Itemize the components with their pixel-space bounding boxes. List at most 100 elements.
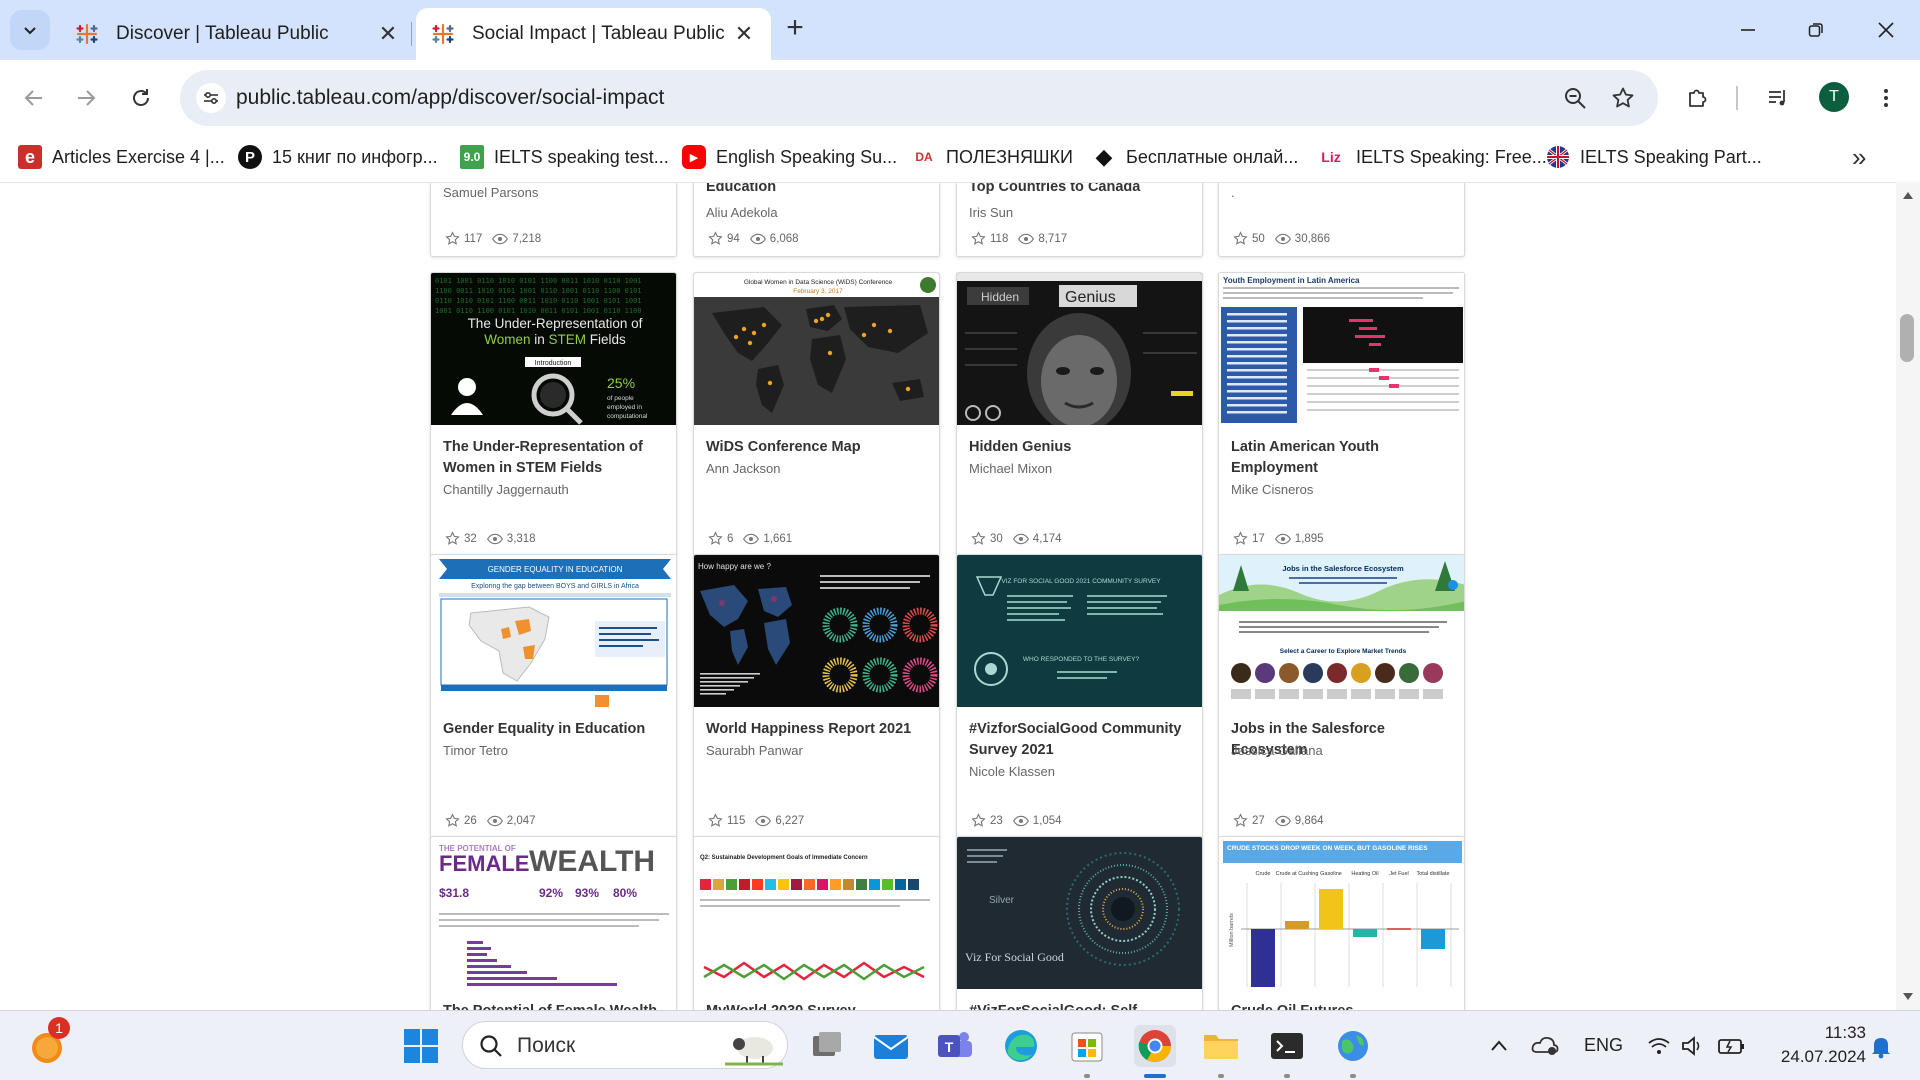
card-title: WiDS Conference Map <box>706 439 861 455</box>
viz-card[interactable]: Q2: Sustainable Development Goals of Imm… <box>693 836 940 1010</box>
viz-card[interactable]: Global Women in Data Science (WiDS) Conf… <box>693 272 940 557</box>
myworld-thumbnail-graphic: Q2: Sustainable Development Goals of Imm… <box>700 855 930 981</box>
bookmark-item[interactable]: P 15 книг по инфогр... <box>238 142 438 172</box>
bookmark-item[interactable]: Liz IELTS Speaking: Free... <box>1316 142 1547 172</box>
svg-text:February 3, 2017: February 3, 2017 <box>793 288 843 295</box>
star-icon <box>971 531 986 545</box>
viz-card[interactable]: 0101 1001 0110 1010 0101 1100 0011 1010 … <box>430 272 677 557</box>
viz-card[interactable]: CRUDE STOCKS DROP WEEK ON WEEK, BUT GASO… <box>1218 836 1465 1010</box>
card-stats: 50 30,866 <box>1233 231 1340 246</box>
wifi-icon <box>1648 1038 1670 1054</box>
language-indicator[interactable]: ENG <box>1584 1035 1623 1056</box>
show-hidden-icons-button[interactable] <box>1478 1025 1520 1067</box>
bookmark-star-button[interactable] <box>1608 83 1638 113</box>
start-button[interactable] <box>400 1025 442 1067</box>
svg-text:Heating Oil: Heating Oil <box>1351 871 1378 877</box>
minimize-button[interactable] <box>1728 12 1768 48</box>
viz-card[interactable]: Samuel Parsons 117 7,218 <box>430 183 677 257</box>
zoom-button[interactable] <box>1560 83 1590 113</box>
viz-thumbnail: Global Women in Data Science (WiDS) Conf… <box>694 273 939 425</box>
profile-avatar[interactable]: T <box>1819 82 1849 112</box>
tab-social-impact[interactable]: Social Impact | Tableau Public ✕ <box>416 8 771 60</box>
running-indicator <box>1218 1074 1224 1078</box>
eye-icon <box>1274 233 1291 244</box>
bookmark-item[interactable]: 9.0 IELTS speaking test... <box>460 142 669 172</box>
task-view-button[interactable] <box>806 1025 848 1067</box>
notifications-button[interactable] <box>1860 1025 1902 1067</box>
site-info-button[interactable] <box>196 83 226 113</box>
tab-divider <box>411 22 412 46</box>
svg-text:computational: computational <box>607 413 648 420</box>
viz-card[interactable]: GENDER EQUALITY IN EDUCATION Exploring t… <box>430 554 677 839</box>
tab-search-button[interactable] <box>10 10 50 50</box>
star-icon <box>445 531 460 545</box>
tab-title: Discover | Tableau Public <box>116 23 329 44</box>
new-tab-button[interactable]: + <box>780 13 810 44</box>
scrollbar-thumb[interactable] <box>1900 314 1914 362</box>
viz-card[interactable]: Jobs in the Salesforce Ecosystem Select … <box>1218 554 1465 839</box>
viz-card[interactable]: Youth Employment in Latin America Latin … <box>1218 272 1465 557</box>
view-count: 2,047 <box>506 814 536 827</box>
svg-text:0110 1010 0101 1100 0011 1010: 0110 1010 0101 1100 0011 1010 0110 1001 … <box>435 297 642 305</box>
chrome-app[interactable] <box>1134 1025 1176 1067</box>
onedrive-button[interactable] <box>1524 1025 1566 1067</box>
card-stats: 6 1,661 <box>708 531 802 546</box>
address-bar[interactable]: public.tableau.com/app/discover/social-i… <box>180 70 1658 126</box>
restore-button[interactable] <box>1796 12 1836 48</box>
svg-text:GENDER EQUALITY IN EDUCATION: GENDER EQUALITY IN EDUCATION <box>488 565 623 574</box>
card-stats: 118 8,717 <box>971 231 1077 246</box>
star-icon <box>971 813 986 827</box>
bookmark-item[interactable]: ◆ Бесплатные онлай... <box>1092 142 1299 172</box>
bookmarks-overflow-button[interactable]: » <box>1852 142 1866 173</box>
viz-card[interactable]: VIZ FOR SOCIAL GOOD 2021 COMMUNITY SURVE… <box>956 554 1203 839</box>
clock[interactable]: 11:33 24.07.2024 <box>1766 1021 1866 1069</box>
file-explorer-app[interactable] <box>1200 1025 1242 1067</box>
back-button[interactable] <box>14 78 54 118</box>
bookmark-item[interactable]: ▶ English Speaking Su... <box>682 142 897 172</box>
bookmark-label: Articles Exercise 4 |... <box>52 146 225 167</box>
close-icon[interactable]: ✕ <box>375 21 401 47</box>
scroll-down-icon <box>1903 993 1913 1000</box>
terminal-app[interactable] <box>1266 1025 1308 1067</box>
tab-discover[interactable]: Discover | Tableau Public ✕ <box>60 8 415 60</box>
viz-card[interactable]: Hidden Genius Hidden Genius Michael Mixo… <box>956 272 1203 557</box>
mail-app[interactable] <box>870 1025 912 1067</box>
chrome-menu-button[interactable] <box>1866 78 1906 118</box>
svg-text:Million barrels: Million barrels <box>1229 913 1235 947</box>
teams-app[interactable]: T <box>934 1025 976 1067</box>
survey-thumbnail-graphic: VIZ FOR SOCIAL GOOD 2021 COMMUNITY SURVE… <box>974 576 1167 686</box>
forward-button[interactable] <box>66 78 106 118</box>
card-author: Samuel Parsons <box>443 185 539 200</box>
tableau-icon <box>76 23 98 45</box>
star-icon <box>1233 531 1248 545</box>
latam-thumbnail-graphic: Youth Employment in Latin America <box>1221 276 1463 423</box>
store-app[interactable] <box>1066 1025 1108 1067</box>
star-icon <box>1612 87 1634 108</box>
globe-app[interactable] <box>1332 1025 1374 1067</box>
volume-button[interactable] <box>1672 1025 1714 1067</box>
viz-card[interactable]: Top Countries to Canada Iris Sun 118 8,7… <box>956 183 1203 257</box>
page-scrollbar[interactable] <box>1896 182 1920 1010</box>
battery-button[interactable] <box>1710 1025 1752 1067</box>
edge-app[interactable] <box>1000 1025 1042 1067</box>
uk-flag-icon <box>1547 146 1569 168</box>
genius-thumbnail-graphic: Hidden Genius <box>957 273 1202 425</box>
viz-card[interactable]: How happy are we ? World Happiness Repor… <box>693 554 940 839</box>
svg-text:0101 1001 0110 1010 0101 1100: 0101 1001 0110 1010 0101 1100 0011 1010 … <box>435 277 642 285</box>
window-close-button[interactable] <box>1866 12 1906 48</box>
viz-card[interactable]: THE POTENTIAL OF FEMALE WEALTH $31.8 92%… <box>430 836 677 1010</box>
media-controls-button[interactable] <box>1758 78 1798 118</box>
bookmark-item[interactable]: e Articles Exercise 4 |... <box>18 142 225 172</box>
viz-card[interactable]: . 50 30,866 <box>1218 183 1465 257</box>
bookmark-item[interactable]: IELTS Speaking Part... <box>1546 142 1762 172</box>
eye-icon <box>486 533 503 544</box>
globe-icon <box>1338 1031 1368 1061</box>
close-icon[interactable]: ✕ <box>731 21 757 47</box>
extensions-button[interactable] <box>1678 78 1718 118</box>
viz-card[interactable]: Silver Viz For Social Good #VizForSocial… <box>956 836 1203 1010</box>
favorite-count: 117 <box>464 232 483 245</box>
reload-button[interactable] <box>121 78 161 118</box>
taskbar-search[interactable]: Поиск <box>462 1021 788 1069</box>
viz-card[interactable]: Education Aliu Adekola 94 6,068 <box>693 183 940 257</box>
bookmark-item[interactable]: DA ПОЛЕЗНЯШКИ <box>912 142 1073 172</box>
